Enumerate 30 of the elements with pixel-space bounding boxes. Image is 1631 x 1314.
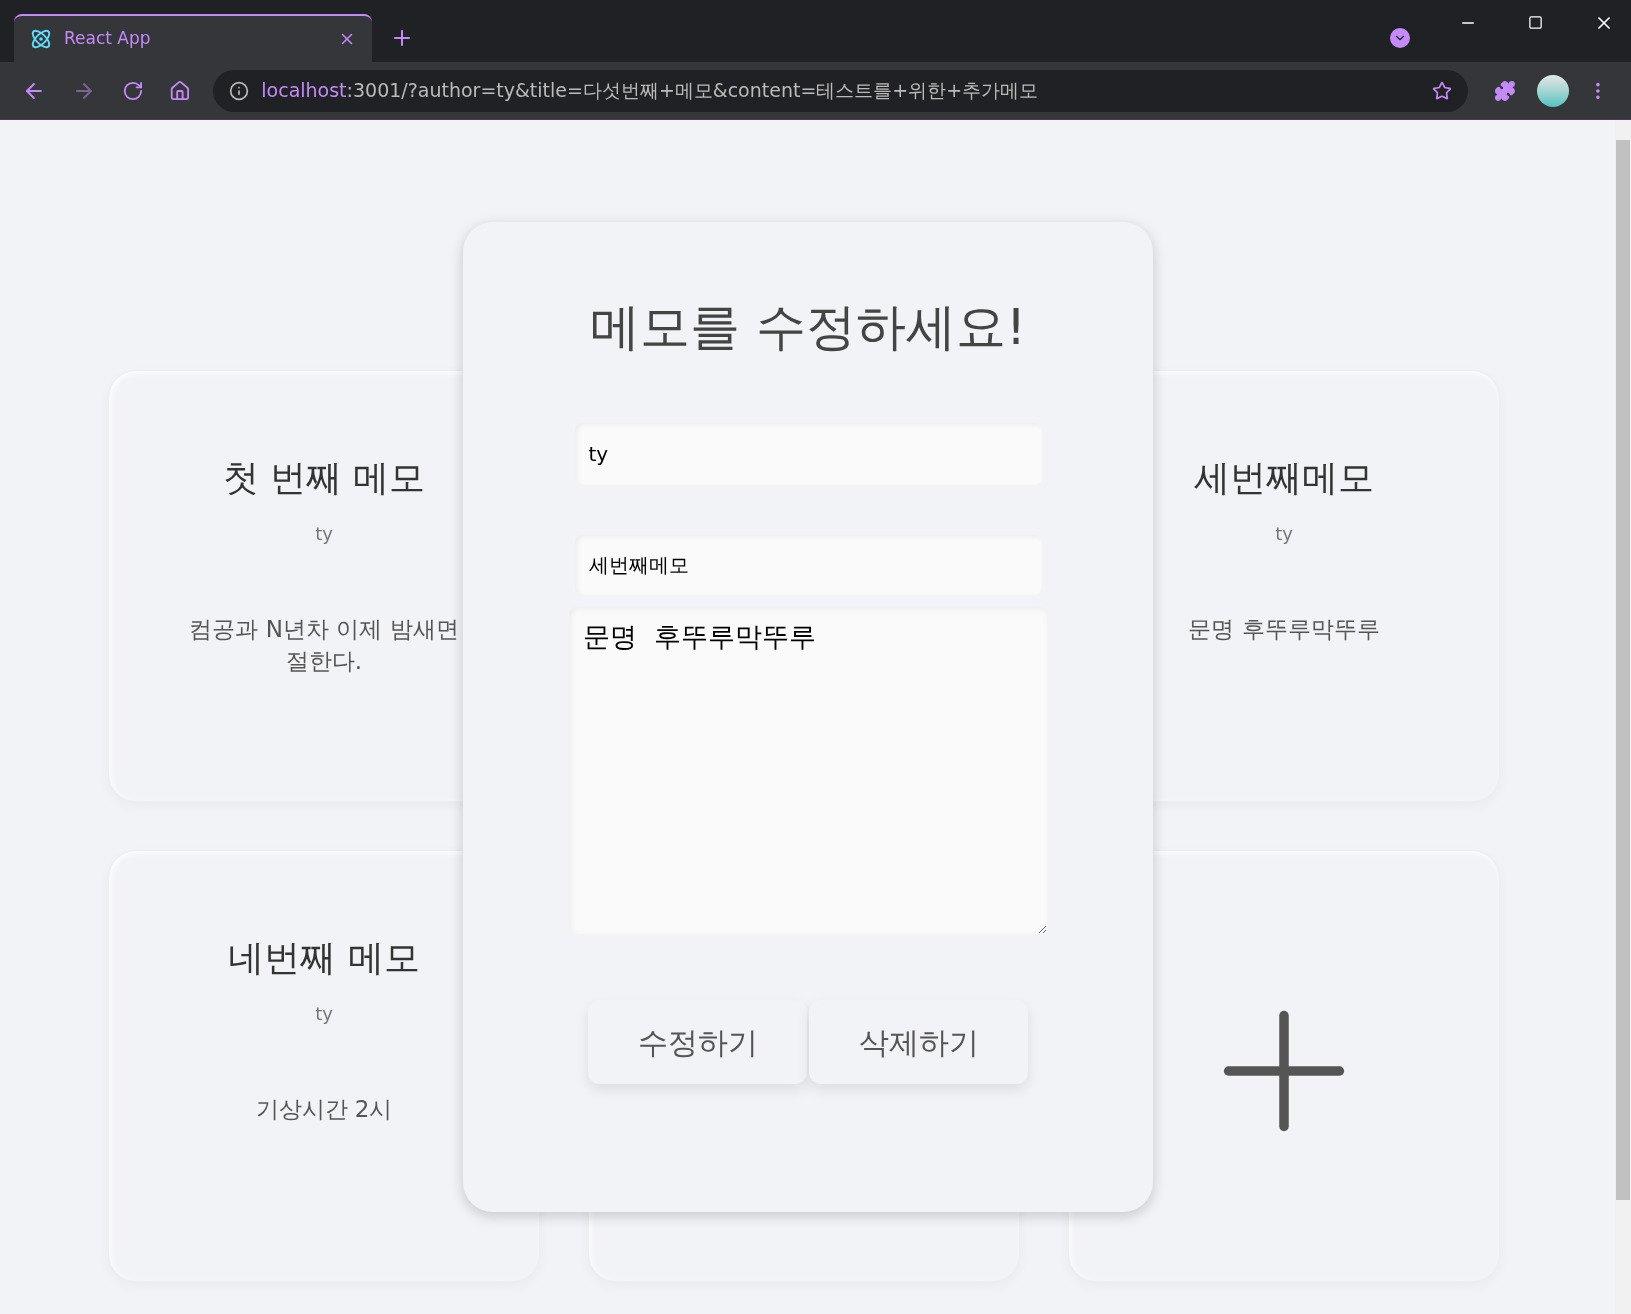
maximize-icon[interactable] <box>1528 15 1543 30</box>
memo-title: 첫 번째 메모 <box>222 456 426 500</box>
memo-author: ty <box>315 522 333 546</box>
title-input[interactable]: 세번째메모 <box>574 535 1042 595</box>
delete-button[interactable]: 삭제하기 <box>809 1000 1028 1084</box>
memo-title: 네번째 메모 <box>228 936 420 980</box>
memo-content: 컴공과 N년차 이제 밤새면 <box>189 615 459 644</box>
profile-avatar[interactable] <box>1537 74 1570 107</box>
content-textarea[interactable]: 문명 후뚜루막뚜루 <box>569 607 1047 934</box>
memo-content: 절한다. <box>285 647 363 676</box>
memo-content: 기상시간 2시 <box>255 1095 393 1124</box>
react-logo-icon <box>30 28 52 50</box>
modal-title: 메모를 수정하세요! <box>590 297 1026 358</box>
extensions-icon[interactable] <box>1493 79 1516 102</box>
tab-title: React App <box>64 27 152 51</box>
memo-author: ty <box>1275 522 1293 546</box>
scrollbar[interactable] <box>1615 120 1631 1314</box>
browser-tab[interactable]: React App <box>14 14 372 62</box>
home-icon[interactable] <box>169 79 192 102</box>
memo-content: 문명 후뚜루막뚜루 <box>1188 615 1380 644</box>
address-bar[interactable]: localhost:3001/?author=ty&title=다섯번째+메모&content=테스트를+위한+추가메모 <box>213 69 1468 112</box>
memo-author: ty <box>315 1002 333 1026</box>
tab-search-button[interactable] <box>1390 28 1410 48</box>
bookmark-star-icon[interactable] <box>1431 80 1452 101</box>
url-text: localhost:3001/?author=ty&title=다섯번째+메모&content=테스트를+위한+추가메모 <box>261 78 1040 104</box>
memo-title: 세번째메모 <box>1194 456 1374 500</box>
reload-icon[interactable] <box>121 79 144 102</box>
author-input[interactable]: ty <box>574 423 1042 485</box>
info-icon <box>229 80 250 101</box>
edit-button[interactable]: 수정하기 <box>588 1000 807 1084</box>
